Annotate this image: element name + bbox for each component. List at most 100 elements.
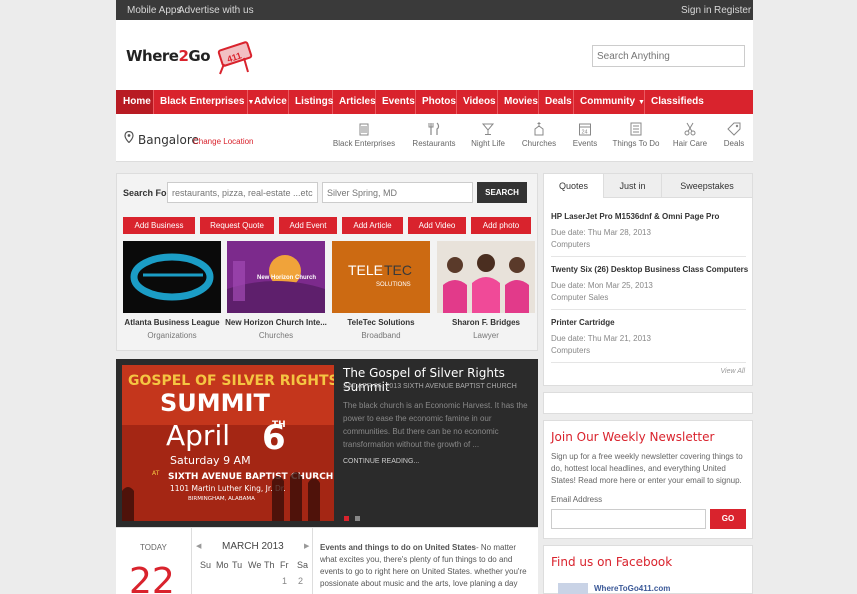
nav-movies[interactable]: Movies xyxy=(498,90,539,114)
current-location: Bangalore xyxy=(138,133,199,147)
facebook-page-avatar[interactable] xyxy=(558,583,588,594)
listing-category: Lawyer xyxy=(473,331,499,340)
divider xyxy=(551,256,746,257)
nav-community-label: Community xyxy=(580,96,635,107)
tab-quotes[interactable]: Quotes xyxy=(544,174,604,198)
advertise-link[interactable]: Advertise with us xyxy=(178,5,254,16)
divider xyxy=(312,528,313,594)
facebook-box: Find us on Facebook WhereToGo411.com xyxy=(543,545,753,594)
nav-videos[interactable]: Videos xyxy=(457,90,498,114)
facebook-title: Find us on Facebook xyxy=(551,555,673,569)
location-bar: Bangalore Change Location Black Enterpri… xyxy=(116,114,753,162)
nav-events[interactable]: Events xyxy=(376,90,416,114)
add-event-button[interactable]: Add Event xyxy=(279,217,337,234)
nav-articles[interactable]: Articles xyxy=(333,90,376,114)
nav-deals[interactable]: Deals xyxy=(539,90,574,114)
tab-sweepstakes[interactable]: Sweepstakes xyxy=(662,174,752,198)
tag-icon xyxy=(727,122,741,136)
teletec-thumb-text-2: TEC xyxy=(384,262,412,278)
poster-line-7: AT xyxy=(152,470,160,477)
category-label: Restaurants xyxy=(412,139,456,148)
nav-photos[interactable]: Photos xyxy=(416,90,457,114)
request-quote-button[interactable]: Request Quote xyxy=(200,217,274,234)
nav-community[interactable]: Community ▼ xyxy=(574,90,645,114)
listing-thumbnail-teletec-solutions[interactable]: TELE TEC SOLUTIONS xyxy=(332,241,430,313)
listing-thumbnail-sharon-bridges[interactable] xyxy=(437,241,535,313)
featured-description: The black church is an Economic Harvest.… xyxy=(343,401,528,449)
quote-title[interactable]: Twenty Six (26) Desktop Business Class C… xyxy=(551,265,748,274)
category-label: Night Life xyxy=(471,139,505,148)
events-intro: Events and things to do on United States… xyxy=(320,542,535,590)
teletec-thumb-text-3: SOLUTIONS xyxy=(376,282,411,288)
nav-listings[interactable]: Listings xyxy=(289,90,333,114)
nav-advice[interactable]: Advice xyxy=(248,90,289,114)
view-all-link[interactable]: View All xyxy=(720,368,745,375)
category-things-to-do[interactable]: Things To Do xyxy=(611,122,661,148)
logo-sign-graphic: 411 xyxy=(217,41,253,75)
listing-title[interactable]: TeleTec Solutions xyxy=(329,318,433,327)
slider-dot-active[interactable] xyxy=(344,516,349,521)
poster-line-5: TH xyxy=(272,420,286,430)
site-logo[interactable]: Where2Go xyxy=(126,47,211,65)
mobile-apps-link[interactable]: Mobile Apps xyxy=(127,5,181,16)
poster-line-1: GOSPEL OF SILVER RIGHTS xyxy=(128,373,334,389)
listing-title[interactable]: Atlanta Business League xyxy=(120,318,224,327)
church-thumb-text: New Horizon Church xyxy=(257,275,316,281)
quotes-tabs-box: Quotes Just in Sweepstakes HP LaserJet P… xyxy=(543,173,753,386)
category-hair-care[interactable]: Hair Care xyxy=(672,122,708,148)
quote-category: Computer Sales xyxy=(551,293,609,302)
search-where-input[interactable] xyxy=(322,182,473,203)
category-churches[interactable]: Churches xyxy=(519,122,559,148)
logo-part-where: Where xyxy=(126,47,179,65)
slider-dot[interactable] xyxy=(355,516,360,521)
quote-title[interactable]: HP LaserJet Pro M1536dnf & Omni Page Pro xyxy=(551,212,719,221)
featured-meta: SAT APR 06, 2013 SIXTH AVENUE BAPTIST CH… xyxy=(343,383,517,390)
add-video-button[interactable]: Add Video xyxy=(408,217,466,234)
nav-home[interactable]: Home xyxy=(116,90,154,114)
calendar-next-icon[interactable]: ▶ xyxy=(304,542,309,550)
category-night-life[interactable]: Night Life xyxy=(468,122,508,148)
events-intro-heading: Events and things to do on United States xyxy=(320,543,477,552)
category-deals[interactable]: Deals xyxy=(719,122,749,148)
add-photo-button[interactable]: Add photo xyxy=(471,217,531,234)
listing-thumbnail-new-horizon-church[interactable]: New Horizon Church xyxy=(227,241,325,313)
ad-placeholder xyxy=(543,392,753,414)
newsletter-box: Join Our Weekly Newsletter Sign up for a… xyxy=(543,420,753,539)
category-black-enterprises[interactable]: Black Enterprises xyxy=(332,122,396,148)
nav-black-enterprises[interactable]: Black Enterprises ▼ xyxy=(154,90,254,114)
weekday: Tu xyxy=(232,560,243,570)
search-what-input[interactable] xyxy=(167,182,318,203)
register-link[interactable]: Register xyxy=(714,5,751,16)
category-label: Churches xyxy=(521,139,557,148)
nav-classifieds[interactable]: Classifieds xyxy=(645,90,705,114)
weekday: Fr xyxy=(280,560,289,570)
add-article-button[interactable]: Add Article xyxy=(342,217,403,234)
today-panel: TODAY 22 xyxy=(116,528,192,594)
category-events[interactable]: 24 Events xyxy=(569,122,601,148)
newsletter-go-button[interactable]: GO xyxy=(710,509,746,529)
facebook-page-name[interactable]: WhereToGo411.com xyxy=(594,584,670,593)
poster-line-3: April xyxy=(166,419,230,452)
tab-just-in[interactable]: Just in xyxy=(604,174,662,198)
calendar-day[interactable]: 1 xyxy=(282,576,287,586)
category-label: Hair Care xyxy=(672,139,708,148)
category-restaurants[interactable]: Restaurants xyxy=(409,122,459,148)
sign-in-link[interactable]: Sign in xyxy=(681,5,712,16)
continue-reading-link[interactable]: CONTINUE READING... xyxy=(343,458,419,465)
listing-title[interactable]: Sharon F. Bridges xyxy=(434,318,538,327)
search-anything-input[interactable] xyxy=(592,45,745,67)
listing-thumbnail-atlanta-business-league[interactable] xyxy=(123,241,221,313)
quote-title[interactable]: Printer Cartridge xyxy=(551,318,615,327)
add-business-button[interactable]: Add Business xyxy=(123,217,195,234)
calendar-day[interactable]: 2 xyxy=(298,576,303,586)
featured-event-poster[interactable]: GOSPEL OF SILVER RIGHTS SUMMIT April 6 T… xyxy=(122,365,334,521)
search-button[interactable]: SEARCH xyxy=(477,182,527,203)
change-location-link[interactable]: Change Location xyxy=(193,137,254,146)
listing-title[interactable]: New Horizon Church Inte... xyxy=(224,318,328,327)
weekday: Sa xyxy=(297,560,309,570)
listing-category: Churches xyxy=(258,331,294,340)
newsletter-email-field[interactable] xyxy=(551,509,706,529)
calendar-day-text: 24 xyxy=(582,130,588,136)
scissors-icon xyxy=(684,122,696,136)
calendar-prev-icon[interactable]: ◀ xyxy=(196,542,201,550)
